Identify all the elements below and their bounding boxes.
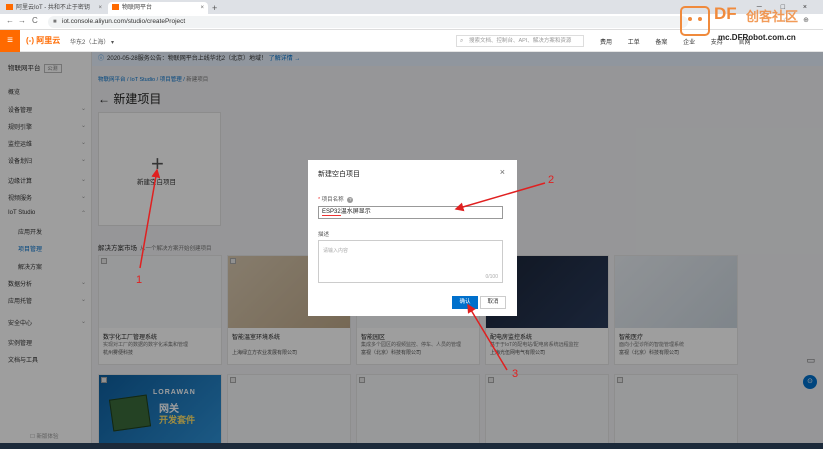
browser-tab-2[interactable]: 物联网平台 × — [108, 2, 208, 14]
dfrobot-watermark: DF 创客社区 mc.DFRobot.com.cn — [672, 2, 822, 46]
browser-tab-1[interactable]: 阿里云IoT - 共和不止于密钥 × — [2, 2, 106, 14]
new-tab-button[interactable]: + — [212, 2, 217, 14]
robot-logo-icon — [680, 6, 710, 36]
close-tab-icon[interactable]: × — [200, 2, 204, 14]
confirm-button[interactable]: 确认 — [452, 296, 478, 309]
project-name-label: * 项目名称 ? — [318, 195, 354, 203]
lock-icon: ■ — [53, 19, 57, 25]
menu-icon[interactable]: ≡ — [0, 30, 20, 52]
close-icon[interactable]: × — [500, 167, 505, 177]
tab-label: 阿里云IoT - 共和不止于密钥 — [16, 5, 90, 11]
cancel-button[interactable]: 取消 — [480, 296, 506, 309]
project-name-value: 温水屏显示 — [340, 209, 371, 215]
project-name-value-prefix: ESP32 — [322, 209, 341, 216]
watermark-brand: DF — [714, 4, 737, 23]
url-text: iot.console.aliyun.com/studio/createProj… — [62, 18, 186, 25]
dialog-title: 新建空白项目 — [318, 171, 360, 178]
new-project-dialog: 新建空白项目 × * 项目名称 ? ESP32温水屏显示 描述 请输入内容 0/… — [308, 160, 517, 316]
header-link[interactable]: 费用 — [600, 40, 612, 46]
search-placeholder: 搜索文档、控制台、API、解决方案和资源 — [469, 38, 572, 44]
project-name-input[interactable]: ESP32温水屏显示 — [318, 206, 503, 219]
char-counter: 0/100 — [485, 274, 498, 280]
required-mark: * — [318, 197, 321, 203]
forward-arrow-icon[interactable]: → — [18, 16, 26, 25]
aliyun-logo[interactable]: (-) 阿里云 — [26, 35, 60, 46]
region-selector[interactable]: 华东2（上海） ▾ — [70, 37, 114, 46]
back-arrow-icon[interactable]: ← — [6, 16, 14, 25]
project-name-label-text: 项目名称 — [321, 197, 344, 203]
annotation-number: 2 — [548, 174, 555, 186]
aliyun-favicon-icon — [6, 4, 13, 11]
console-search-input[interactable]: ⌕ 搜索文档、控制台、API、解决方案和资源 — [456, 35, 584, 47]
watermark-site: mc.DFRobot.com.cn — [718, 33, 796, 42]
tab-label: 物联网平台 — [122, 5, 153, 11]
os-taskbar — [0, 443, 823, 449]
annotation-number: 1 — [136, 274, 143, 286]
url-input[interactable]: ■ iot.console.aliyun.com/studio/createPr… — [48, 16, 688, 28]
description-textarea[interactable]: 请输入内容 0/100 — [318, 240, 503, 283]
help-icon[interactable]: ? — [347, 197, 354, 203]
description-label: 描述 — [318, 232, 330, 238]
header-link[interactable]: 工单 — [628, 40, 640, 46]
close-tab-icon[interactable]: × — [98, 2, 102, 14]
header-link[interactable]: 备案 — [655, 40, 667, 46]
annotation-number: 3 — [512, 368, 519, 380]
watermark-cn: 创客社区 — [746, 9, 799, 24]
aliyun-favicon-icon — [112, 4, 119, 11]
reload-icon[interactable]: C — [32, 16, 38, 25]
search-icon: ⌕ — [460, 38, 464, 44]
description-placeholder: 请输入内容 — [323, 248, 349, 254]
